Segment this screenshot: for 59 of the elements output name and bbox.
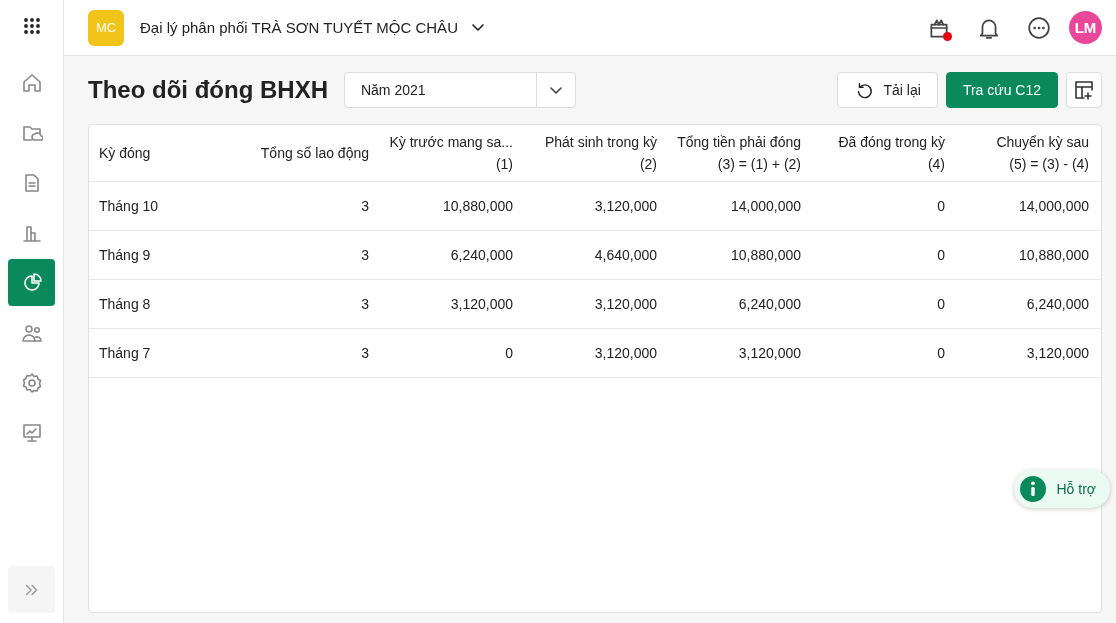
user-avatar[interactable]: LM xyxy=(1069,11,1102,44)
table-cell-text: 3,120,000 xyxy=(593,198,658,214)
monitor-icon xyxy=(20,421,43,444)
reload-button[interactable]: Tải lại xyxy=(836,72,938,108)
chevron-down-icon xyxy=(471,24,484,31)
table-cell-text: 3,120,000 xyxy=(593,345,658,361)
table-cell-text: 3 xyxy=(360,296,370,312)
table-cell-text: 4,640,000 xyxy=(593,247,658,263)
table-cell-text: 3,120,000 xyxy=(737,345,802,361)
table-cell-text: Tháng 10 xyxy=(98,198,160,214)
table-cell-text: Tháng 9 xyxy=(98,247,152,263)
column-formula: (5) = (3) - (4) xyxy=(1009,156,1089,172)
table-cell-text: 10,880,000 xyxy=(441,198,514,214)
table-cell-text: 10,880,000 xyxy=(729,247,802,263)
table-cell-text: 14,000,000 xyxy=(729,198,802,214)
page-title: Theo dõi đóng BHXH xyxy=(88,76,328,104)
table-cell-text: 0 xyxy=(936,247,946,263)
home-icon xyxy=(20,71,43,94)
settings-icon xyxy=(20,371,43,394)
table-cell-text: 10,880,000 xyxy=(1017,247,1090,263)
column-header[interactable]: Đã đóng trong kỳ xyxy=(838,134,945,150)
apps-menu-icon[interactable] xyxy=(22,17,41,35)
table-cell-text: Tháng 7 xyxy=(98,345,152,361)
table-cell-text: 3,120,000 xyxy=(593,296,658,312)
column-formula: (2) xyxy=(639,156,657,172)
column-header[interactable]: Tổng số lao động xyxy=(260,145,369,161)
table-cell-text: 3 xyxy=(360,247,370,263)
column-formula: (4) xyxy=(927,156,945,172)
table-cell-text: 14,000,000 xyxy=(1017,198,1090,214)
table-cell-text: 6,240,000 xyxy=(1025,296,1090,312)
table-cell-text: 3,120,000 xyxy=(449,296,514,312)
column-formula: (3) = (1) + (2) xyxy=(717,156,801,172)
column-header[interactable]: Kỳ trước mang sa... xyxy=(389,134,513,150)
table-cell-text: 6,240,000 xyxy=(737,296,802,312)
column-header[interactable]: Kỳ đóng xyxy=(99,145,151,161)
org-selector[interactable]: Đại lý phân phối TRÀ SƠN TUYẾT MỘC CHÂU xyxy=(140,19,484,36)
table-cell-text: 3 xyxy=(360,198,370,214)
info-icon xyxy=(1020,476,1047,502)
column-header[interactable]: Tổng tiền phải đóng xyxy=(677,134,801,150)
table-cell-text: Tháng 8 xyxy=(98,296,152,312)
lookup-button[interactable]: Tra cứu C12 xyxy=(945,72,1058,108)
table-cell-text: 3,120,000 xyxy=(1025,345,1090,361)
table-cell-text: 0 xyxy=(936,296,946,312)
support-button[interactable]: Hỗ trợ xyxy=(1014,470,1110,508)
table-cell-text: 0 xyxy=(936,345,946,361)
table-cell-text: 0 xyxy=(504,345,514,361)
year-select[interactable]: Năm 2021 xyxy=(343,72,576,108)
table-settings-button[interactable] xyxy=(1066,72,1102,108)
table-cell-text: 3 xyxy=(360,345,370,361)
column-header[interactable]: Chuyển kỳ sau xyxy=(996,134,1089,150)
table-add-icon xyxy=(1073,79,1095,101)
nav-item[interactable] xyxy=(8,259,55,306)
org-logo: MC xyxy=(88,9,124,46)
column-header[interactable]: Phát sinh trong kỳ xyxy=(544,134,657,150)
column-formula: (1) xyxy=(495,156,513,172)
chevron-down-icon xyxy=(549,86,562,94)
table-cell-text: 0 xyxy=(936,198,946,214)
table-cell-text: 6,240,000 xyxy=(449,247,514,263)
more-icon xyxy=(1027,15,1051,40)
